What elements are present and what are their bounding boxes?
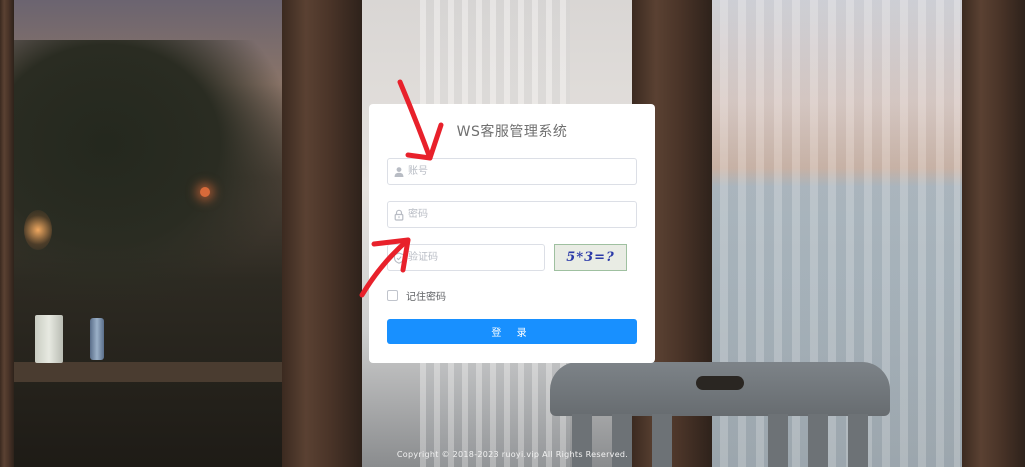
remember-me[interactable]: 记住密码 <box>387 288 446 303</box>
copyright-footer: Copyright © 2018-2023 ruoyi.vip All Righ… <box>396 450 629 459</box>
remember-label: 记住密码 <box>406 291 446 303</box>
background-lamp <box>200 187 210 197</box>
background-chair-slat <box>572 414 592 467</box>
background-chair-slat <box>848 414 868 467</box>
background-trees <box>10 40 285 300</box>
window-frame <box>282 0 362 467</box>
code-input[interactable] <box>408 245 540 270</box>
background-table <box>14 362 282 382</box>
background-bottle <box>90 318 104 360</box>
username-input[interactable] <box>408 159 632 184</box>
window-frame <box>962 0 1025 467</box>
login-form: WS客服管理系统 5*3=? 记住密码 登 录 <box>369 104 655 363</box>
background-chair-handle <box>696 376 744 390</box>
code-field[interactable] <box>387 244 545 271</box>
login-title: WS客服管理系统 <box>456 124 568 140</box>
background-chair-slat <box>768 414 788 467</box>
captcha-image[interactable]: 5*3=? <box>554 244 627 271</box>
login-button[interactable]: 登 录 <box>387 319 637 344</box>
password-input[interactable] <box>408 202 632 227</box>
user-icon <box>394 167 404 177</box>
background-light <box>24 210 52 250</box>
background-chair-slat <box>808 414 828 467</box>
background-cup <box>35 315 63 363</box>
password-field[interactable] <box>387 201 637 228</box>
lock-icon <box>394 209 404 221</box>
background-chair-slat <box>612 414 632 467</box>
shield-icon <box>393 252 405 264</box>
username-field[interactable] <box>387 158 637 185</box>
window-frame <box>0 0 14 467</box>
background-chair-slat <box>652 414 672 467</box>
remember-checkbox[interactable] <box>387 289 398 301</box>
